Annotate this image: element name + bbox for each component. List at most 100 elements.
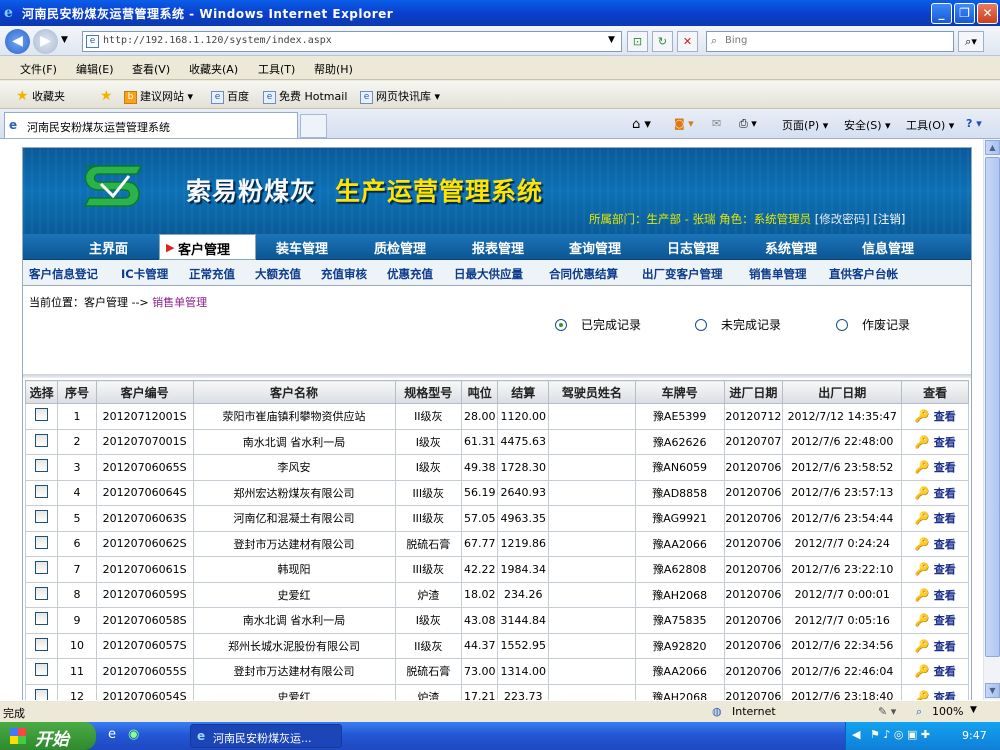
subnav-change-customer[interactable]: 出厂变客户管理 [642, 266, 723, 282]
view-link[interactable]: 🔑 查看 [915, 613, 956, 627]
view-link[interactable]: 🔑 查看 [915, 639, 956, 653]
address-bar[interactable]: e http://192.168.1.120/system/index.aspx… [82, 31, 622, 52]
nav-logs[interactable]: 日志管理 [667, 238, 719, 257]
scroll-thumb[interactable] [985, 157, 1000, 657]
fav-suggested-sites[interactable]: b 建议网站 ▾ [124, 88, 193, 104]
subnav-ic-card[interactable]: IC卡管理 [121, 266, 168, 282]
zoom-level[interactable]: 100% [932, 705, 963, 718]
maximize-button[interactable]: ❐ [954, 3, 975, 24]
zoom-dropdown-icon[interactable]: ▼ [970, 705, 977, 715]
view-link[interactable]: 🔑 查看 [915, 537, 956, 551]
safety-menu[interactable]: 安全(S) ▾ [844, 117, 891, 133]
menu-help[interactable]: 帮助(H) [314, 61, 353, 77]
row-checkbox[interactable] [35, 484, 49, 498]
view-link[interactable]: 🔑 查看 [915, 409, 956, 423]
nav-system[interactable]: 系统管理 [765, 238, 817, 257]
taskbar-ie-window[interactable]: e 河南民安粉煤灰运... [190, 724, 342, 748]
add-favorite-icon[interactable]: ★ [100, 88, 113, 104]
quicklaunch-desktop-icon[interactable]: ◉ [128, 727, 139, 742]
view-link[interactable]: 🔑 查看 [915, 588, 956, 602]
address-dropdown-icon[interactable]: ▼ [608, 35, 615, 45]
history-dropdown-icon[interactable]: ▼ [61, 35, 68, 45]
nav-home[interactable]: 主界面 [89, 238, 128, 257]
row-checkbox[interactable] [35, 663, 49, 677]
menu-file[interactable]: 文件(F) [20, 61, 57, 77]
view-link[interactable]: 🔑 查看 [915, 460, 956, 474]
subnav-daily-max-supply[interactable]: 日最大供应量 [454, 266, 523, 282]
view-link[interactable]: 🔑 查看 [915, 664, 956, 678]
refresh-icon[interactable]: ↻ [652, 31, 673, 52]
subnav-customer-register[interactable]: 客户信息登记 [29, 266, 98, 282]
menu-edit[interactable]: 编辑(E) [76, 61, 114, 77]
radio-voided[interactable]: 作废记录 [836, 316, 910, 333]
row-checkbox[interactable] [35, 586, 49, 600]
page-menu[interactable]: 页面(P) ▾ [782, 117, 828, 133]
view-link[interactable]: 🔑 查看 [915, 486, 956, 500]
feeds-icon[interactable]: ◙ ▾ [674, 117, 694, 130]
help-icon[interactable]: ? ▾ [966, 117, 982, 130]
row-checkbox[interactable] [35, 612, 49, 626]
favorites-button[interactable]: ★ 收藏夹 [16, 88, 65, 104]
radio-completed[interactable]: 已完成记录 [555, 316, 641, 333]
nav-quality[interactable]: 质检管理 [374, 238, 426, 257]
fav-web-slice[interactable]: e 网页快讯库 ▾ [360, 88, 440, 104]
nav-query[interactable]: 查询管理 [569, 238, 621, 257]
subnav-normal-recharge[interactable]: 正常充值 [189, 266, 235, 282]
nav-customer-management[interactable]: ▶ 客户管理 [159, 234, 256, 260]
tray-expand-icon[interactable]: ◀ [852, 728, 860, 741]
scroll-up-button[interactable]: ▲ [985, 140, 1000, 155]
nav-loading[interactable]: 装车管理 [276, 238, 328, 257]
stop-icon[interactable]: ✕ [677, 31, 698, 52]
row-checkbox[interactable] [35, 459, 49, 473]
view-link[interactable]: 🔑 查看 [915, 435, 956, 449]
start-button[interactable]: 开始 [0, 722, 96, 750]
search-input[interactable]: Bing [725, 35, 747, 46]
scroll-down-button[interactable]: ▼ [985, 683, 1000, 698]
tools-menu[interactable]: 工具(O) ▾ [906, 117, 954, 133]
vertical-scrollbar[interactable]: ▲ ▼ [983, 139, 1000, 700]
row-checkbox[interactable] [35, 510, 49, 524]
nav-reports[interactable]: 报表管理 [472, 238, 524, 257]
view-link[interactable]: 🔑 查看 [915, 690, 956, 700]
subnav-recharge-review[interactable]: 充值审核 [321, 266, 367, 282]
radio-incomplete[interactable]: 未完成记录 [695, 316, 781, 333]
row-checkbox[interactable] [35, 561, 49, 575]
view-link[interactable]: 🔑 查看 [915, 511, 956, 525]
quicklaunch-ie-icon[interactable]: e [108, 727, 116, 742]
nav-info[interactable]: 信息管理 [862, 238, 914, 257]
menu-favorites[interactable]: 收藏夹(A) [189, 61, 238, 77]
minimize-button[interactable]: _ [931, 3, 952, 24]
row-checkbox[interactable] [35, 433, 49, 447]
menu-view[interactable]: 查看(V) [132, 61, 170, 77]
tray-icons[interactable]: ⚑ ♪ ◎ ▣ ✚ [870, 728, 930, 741]
subnav-sales-orders[interactable]: 销售单管理 [749, 266, 807, 282]
search-box[interactable]: ⌕ Bing [706, 31, 954, 52]
mail-icon[interactable]: ✉ [712, 117, 721, 130]
home-icon[interactable]: ⌂ ▾ [632, 117, 651, 132]
row-checkbox[interactable] [35, 535, 49, 549]
row-checkbox[interactable] [35, 688, 49, 700]
address-input[interactable]: http://192.168.1.120/system/index.aspx [103, 35, 332, 46]
subnav-large-recharge[interactable]: 大额充值 [255, 266, 301, 282]
compat-view-icon[interactable]: ⊡ [627, 31, 648, 52]
subnav-direct-ledger[interactable]: 直供客户台帐 [829, 266, 898, 282]
subnav-discount-recharge[interactable]: 优惠充值 [387, 266, 433, 282]
search-go-button[interactable]: ⌕▾ [958, 31, 984, 52]
subnav-contract-discount[interactable]: 合同优惠结算 [549, 266, 618, 282]
fav-hotmail[interactable]: e 免费 Hotmail [263, 88, 347, 104]
row-checkbox[interactable] [35, 637, 49, 651]
view-link[interactable]: 🔑 查看 [915, 562, 956, 576]
fav-baidu[interactable]: e 百度 [211, 88, 249, 104]
change-password-link[interactable]: [修改密码] [815, 212, 870, 226]
back-button[interactable]: ◀ [5, 29, 30, 54]
browser-tab[interactable]: e 河南民安粉煤灰运营管理系统 [4, 112, 298, 138]
row-checkbox[interactable] [35, 408, 49, 422]
logout-link[interactable]: [注销] [873, 212, 905, 226]
window-titlebar[interactable]: e 河南民安粉煤灰运营管理系统 - Windows Internet Explo… [0, 0, 1000, 26]
protected-mode-icon[interactable]: ✎ ▾ [878, 705, 896, 718]
forward-button[interactable]: ▶ [33, 29, 58, 54]
menu-tools[interactable]: 工具(T) [258, 61, 295, 77]
print-icon[interactable]: ⎙ ▾ [739, 117, 757, 131]
close-button[interactable]: ✕ [977, 3, 998, 24]
new-tab-button[interactable] [300, 114, 327, 138]
